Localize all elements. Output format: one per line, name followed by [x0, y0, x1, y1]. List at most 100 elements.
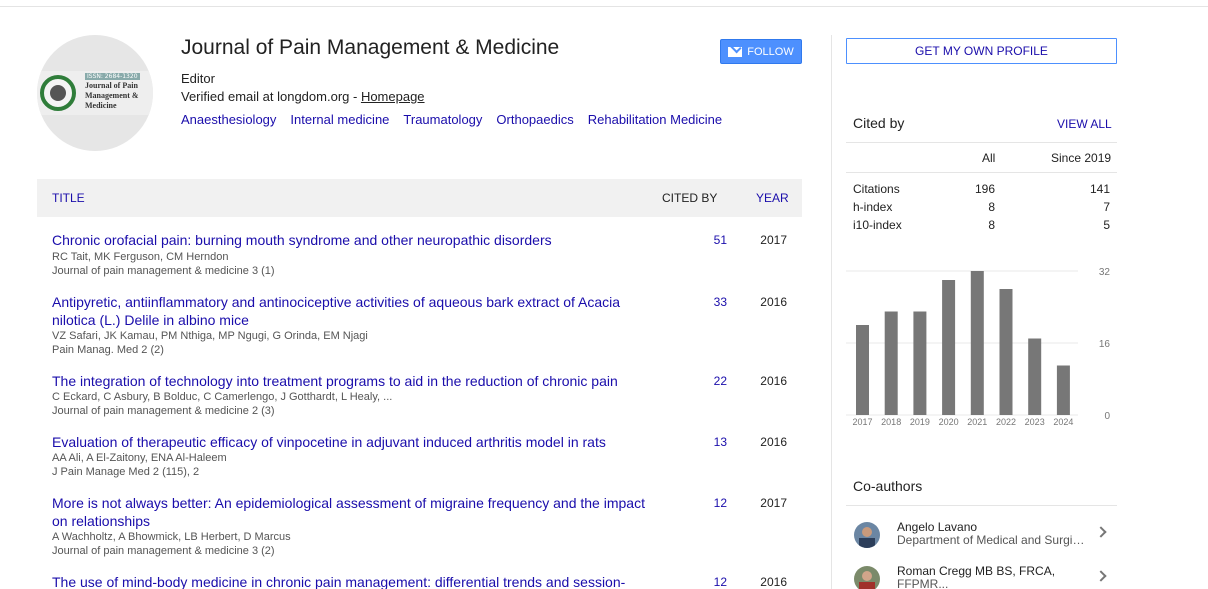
- stat-h-index-since: 7: [1103, 200, 1110, 214]
- cited-count-link[interactable]: 13: [697, 435, 727, 449]
- y-tick-label: 32: [1099, 267, 1111, 278]
- article-year: 2016: [760, 435, 787, 449]
- stat-h-index-all: 8: [988, 200, 995, 214]
- stat-citations-all: 196: [974, 182, 995, 196]
- follow-label: FOLLOW: [747, 45, 794, 58]
- stat-label-i10-index: i10-index: [853, 218, 902, 232]
- article-title-link[interactable]: Chronic orofacial pain: burning mouth sy…: [52, 231, 652, 249]
- cited-count-link[interactable]: 33: [697, 295, 727, 309]
- interest-link-internal-medicine[interactable]: Internal medicine: [290, 112, 389, 127]
- follow-button[interactable]: FOLLOW: [720, 39, 802, 64]
- coauthor-affiliation: Department of Medical and Surgical Scien…: [897, 533, 1087, 547]
- article-authors: RC Tait, MK Ferguson, CM Herndon: [52, 251, 229, 263]
- article-venue: Journal of pain management & medicine 3 …: [52, 265, 275, 277]
- logo-text: Journal of Pain Management & Medicine: [85, 81, 139, 110]
- title-sort-header[interactable]: TITLE: [52, 191, 85, 205]
- article-year: 2016: [760, 374, 787, 388]
- article-year: 2017: [760, 233, 787, 247]
- article-authors: AA Ali, A El-Zaitony, ENA Al-Haleem: [52, 452, 227, 464]
- stat-citations-since: 141: [1089, 182, 1110, 196]
- chart-bar-2021[interactable]: [970, 271, 984, 415]
- coauthors-divider: [846, 505, 1117, 506]
- citations-per-year-chart: 0 16 32 2017 2018 2019 2020 2021 2022 2023 2024: [846, 267, 1111, 427]
- x-tick-label: 2022: [996, 417, 1016, 427]
- interest-link-orthopaedics[interactable]: Orthopaedics: [496, 112, 573, 127]
- chart-bar-2017[interactable]: [856, 325, 869, 415]
- coauthor-avatar: [854, 566, 880, 589]
- article-title-link[interactable]: The use of mind-body medicine in chronic…: [52, 573, 652, 589]
- article-title-link[interactable]: More is not always better: An epidemiolo…: [52, 494, 652, 530]
- stats-header-divider: [846, 172, 1117, 173]
- cited-count-link[interactable]: 22: [697, 374, 727, 388]
- chevron-right-icon: [1095, 526, 1107, 538]
- chart-bar-2019[interactable]: [913, 311, 927, 416]
- cited-by-header: CITED BY: [662, 191, 718, 205]
- article-title-link[interactable]: The integration of technology into treat…: [52, 372, 652, 390]
- article-venue: Pain Manag. Med 2 (2): [52, 344, 164, 356]
- stat-label-h-index: h-index: [853, 200, 893, 214]
- view-all-link[interactable]: VIEW ALL: [1057, 117, 1112, 131]
- x-tick-label: 2019: [910, 417, 930, 427]
- cited-by-title: Cited by: [853, 115, 905, 131]
- profile-name: Journal of Pain Management & Medicine: [181, 36, 560, 59]
- article-title-link[interactable]: Antipyretic, antiinflammatory and antino…: [52, 293, 652, 329]
- year-sort-header[interactable]: YEAR: [756, 191, 789, 205]
- chart-bar-2020[interactable]: [942, 280, 956, 415]
- coauthor-item[interactable]: Roman Cregg MB BS, FRCA, FFPMR...: [846, 564, 1117, 589]
- article-authors: VZ Safari, JK Kamau, PM Nthiga, MP Ngugi…: [52, 330, 368, 342]
- coauthor-name: Angelo Lavano: [897, 520, 978, 534]
- articles-table-header: TITLE CITED BY YEAR: [37, 179, 802, 217]
- chevron-right-icon: [1095, 570, 1107, 582]
- chart-bar-2023[interactable]: [1028, 338, 1042, 416]
- article-year: 2016: [760, 575, 787, 589]
- chart-bar-2018[interactable]: [884, 311, 898, 416]
- stats-col-all: All: [982, 151, 996, 165]
- stats-col-since: Since 2019: [1051, 151, 1112, 165]
- logo-issn: ISSN: 2684-1320: [85, 73, 140, 80]
- journal-logo: ISSN: 2684-1320 Journal of Pain Manageme…: [37, 71, 153, 115]
- coauthor-item[interactable]: Angelo Lavano Department of Medical and …: [846, 520, 1117, 556]
- cited-by-divider: [846, 142, 1117, 143]
- chart-bar-2022[interactable]: [999, 289, 1013, 415]
- article-venue: Journal of pain management & medicine 2 …: [52, 405, 275, 417]
- coauthor-name: Roman Cregg MB BS, FRCA,: [897, 564, 1056, 578]
- logo-emblem-icon: [40, 75, 76, 111]
- email-text: Verified email at longdom.org -: [181, 89, 361, 104]
- stat-i10-index-all: 8: [988, 218, 995, 232]
- x-tick-label: 2018: [881, 417, 901, 427]
- cited-count-link[interactable]: 12: [697, 575, 727, 589]
- article-venue: J Pain Manage Med 2 (115), 2: [52, 466, 200, 478]
- top-divider: [0, 6, 1208, 7]
- sidebar-divider: [831, 35, 832, 589]
- stat-i10-index-since: 5: [1103, 218, 1110, 232]
- x-tick-label: 2017: [852, 417, 872, 427]
- interest-link-anaesthesiology[interactable]: Anaesthesiology: [181, 112, 276, 127]
- cited-count-link[interactable]: 51: [697, 233, 727, 247]
- cited-count-link[interactable]: 12: [697, 496, 727, 510]
- coauthors-title: Co-authors: [853, 478, 923, 494]
- profile-affiliation: Editor: [181, 71, 215, 86]
- x-tick-label: 2023: [1025, 417, 1045, 427]
- get-my-own-profile-button[interactable]: GET MY OWN PROFILE: [846, 38, 1117, 64]
- article-venue: Journal of pain management & medicine 3 …: [52, 545, 275, 557]
- chart-bar-2024[interactable]: [1056, 365, 1070, 416]
- y-tick-label: 16: [1099, 339, 1111, 350]
- research-interests: Anaesthesiology Internal medicine Traumato…: [181, 112, 736, 127]
- x-tick-label: 2024: [1053, 417, 1073, 427]
- article-year: 2017: [760, 496, 787, 510]
- article-authors: A Wachholtz, A Bhowmick, LB Herbert, D M…: [52, 531, 291, 543]
- article-title-link[interactable]: Evaluation of therapeutic efficacy of vi…: [52, 433, 652, 451]
- interest-link-traumatology[interactable]: Traumatology: [403, 112, 482, 127]
- article-year: 2016: [760, 295, 787, 309]
- profile-email: Verified email at longdom.org - Homepage: [181, 89, 425, 104]
- mail-icon: [728, 46, 743, 57]
- homepage-link[interactable]: Homepage: [361, 89, 425, 104]
- article-authors: C Eckard, C Asbury, B Bolduc, C Camerlen…: [52, 391, 393, 403]
- coauthor-avatar: [854, 522, 880, 548]
- y-tick-label: 0: [1104, 411, 1110, 422]
- stat-label-citations: Citations: [853, 182, 900, 196]
- interest-link-rehabilitation-medicine[interactable]: Rehabilitation Medicine: [588, 112, 722, 127]
- x-tick-label: 2021: [967, 417, 987, 427]
- profile-avatar: ISSN: 2684-1320 Journal of Pain Manageme…: [37, 35, 153, 151]
- coauthor-affiliation: FFPMR...: [897, 577, 949, 589]
